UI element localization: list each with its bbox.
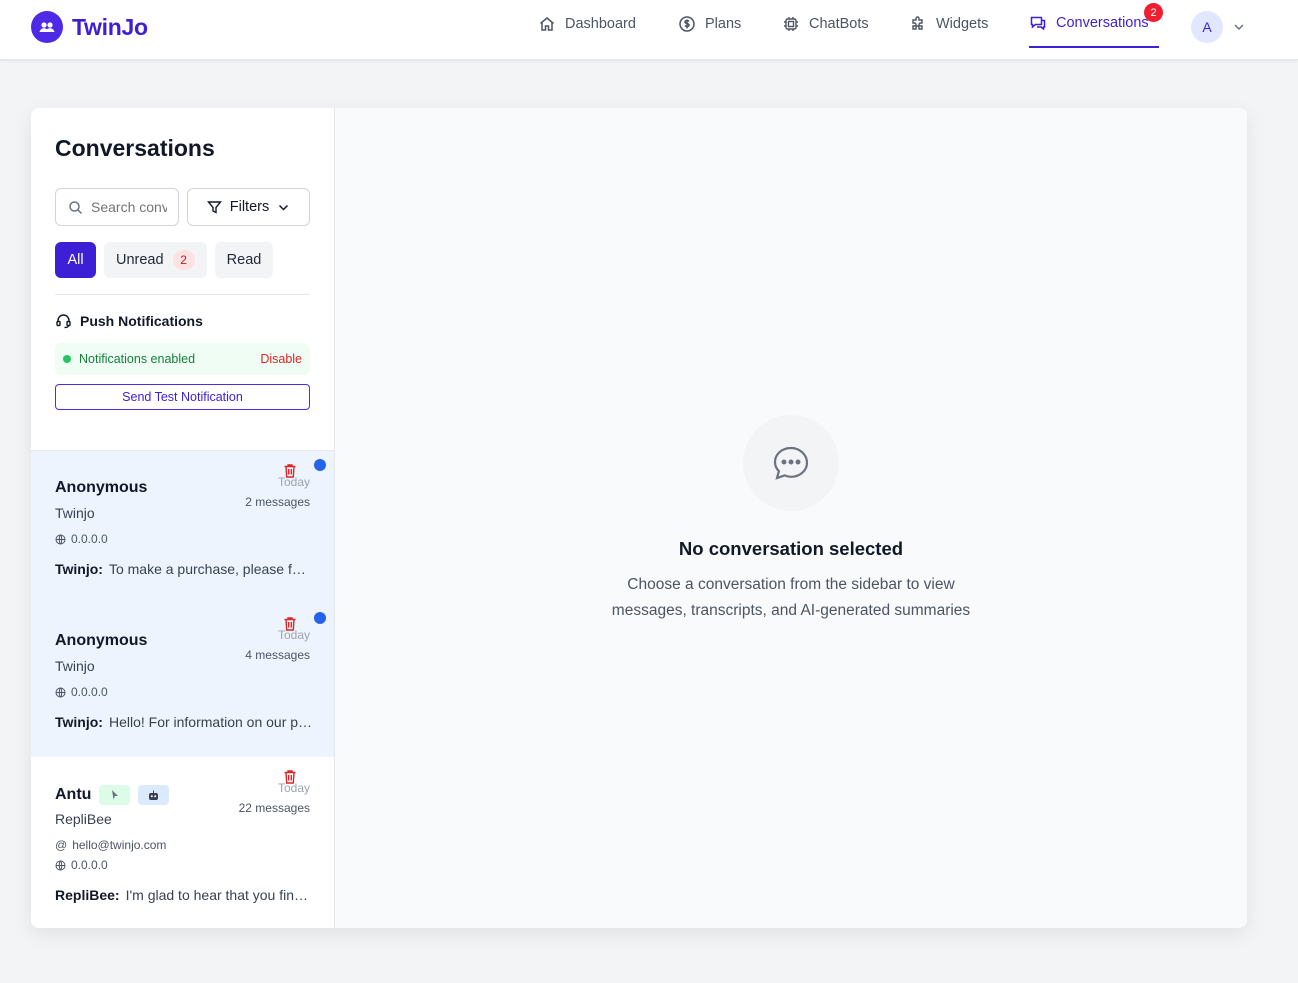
- empty-state-title: No conversation selected: [678, 538, 904, 559]
- ip-address: 0.0.0.0: [55, 685, 108, 699]
- message-preview: RepliBee: I'm glad to hear that you find …: [55, 887, 313, 903]
- send-test-notification-button[interactable]: Send Test Notification: [55, 384, 310, 410]
- cursor-icon: [111, 790, 118, 800]
- conversation-sidebar: Conversations Filters All Unread 2 Read …: [31, 108, 335, 928]
- conversation-item[interactable]: Anonymous Twinjo 0.0.0.0 Twinjo: Hello! F…: [31, 604, 334, 757]
- email-address: @ hello@twinjo.com: [55, 838, 167, 852]
- home-icon: [540, 17, 554, 31]
- top-header: TwinJo Dashboard Plans ChatBots Widgets …: [0, 0, 1298, 60]
- conversations-panel: Conversations Filters All Unread 2 Read …: [31, 108, 1247, 928]
- tab-all[interactable]: All: [55, 242, 96, 278]
- push-notifications-heading: Push Notifications: [55, 312, 203, 329]
- at-icon: @: [55, 838, 68, 852]
- chat-icon: [1030, 16, 1046, 31]
- unread-dot: [314, 459, 326, 471]
- filter-icon: [206, 200, 222, 214]
- users-logo-icon: [31, 11, 63, 43]
- user-avatar[interactable]: A: [1191, 11, 1223, 43]
- nav-dashboard[interactable]: Dashboard: [538, 0, 636, 48]
- chevron-down-icon: [279, 204, 289, 211]
- search-input[interactable]: [91, 199, 167, 215]
- headset-icon: [56, 314, 71, 329]
- puzzle-icon: [912, 16, 923, 30]
- conversation-item[interactable]: Antu RepliBee @ hello@twinjo.com 0.0.0.0…: [31, 757, 334, 928]
- disable-notifications-link[interactable]: Disable: [260, 352, 302, 366]
- page-title: Conversations: [55, 135, 215, 161]
- globe-icon: [55, 687, 66, 697]
- nav-chatbots[interactable]: ChatBots: [782, 0, 869, 48]
- nav-plans[interactable]: Plans: [678, 0, 741, 48]
- divider: [55, 294, 310, 295]
- tab-unread[interactable]: Unread 2: [104, 242, 207, 278]
- tab-read[interactable]: Read: [215, 242, 273, 278]
- chat-bubble-icon: [743, 415, 839, 511]
- globe-icon: [55, 860, 66, 870]
- globe-icon: [55, 534, 66, 544]
- nav-conversations[interactable]: Conversations 2: [1029, 0, 1163, 48]
- brand-logo[interactable]: TwinJo: [31, 11, 148, 43]
- search-icon: [69, 200, 83, 214]
- conversations-badge: 2: [1144, 3, 1163, 22]
- chip-icon: [784, 17, 798, 31]
- robot-icon: [149, 790, 159, 800]
- dollar-icon: [679, 16, 695, 32]
- brand-name: TwinJo: [72, 13, 148, 40]
- search-box[interactable]: [55, 188, 179, 226]
- bot-tag: [138, 785, 170, 805]
- browser-tag: [99, 785, 131, 805]
- ip-address: 0.0.0.0: [55, 532, 108, 546]
- message-preview: Twinjo: Hello! For information on our pla…: [55, 714, 313, 730]
- ip-address: 0.0.0.0: [55, 858, 108, 872]
- unread-dot: [314, 612, 326, 624]
- conversation-detail-area: No conversation selected Choose a conver…: [335, 108, 1247, 928]
- status-dot: [63, 355, 71, 363]
- unread-count-badge: 2: [172, 250, 195, 270]
- notification-status: Notifications enabled Disable: [55, 343, 310, 375]
- nav-widgets[interactable]: Widgets: [909, 0, 988, 48]
- message-preview: Twinjo:To make a purchase, please follow…: [55, 561, 313, 577]
- chevron-down-icon[interactable]: [1232, 20, 1246, 34]
- conversation-item[interactable]: Anonymous Twinjo 0.0.0.0 Twinjo: To make …: [31, 451, 334, 604]
- filters-button[interactable]: Filters: [187, 188, 310, 226]
- empty-state-description: Choose a conversation from the sidebar t…: [611, 576, 971, 619]
